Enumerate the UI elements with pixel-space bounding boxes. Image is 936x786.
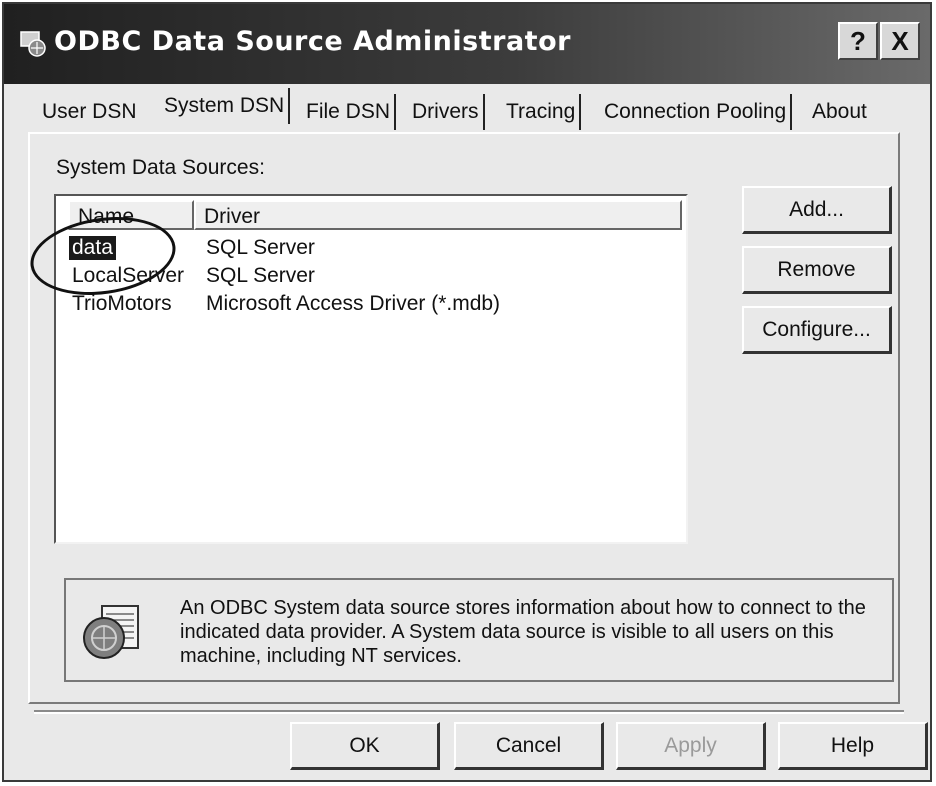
window-title: ODBC Data Source Administrator: [54, 26, 571, 57]
data-source-list[interactable]: Name Driver data SQL Server LocalServer …: [54, 194, 688, 544]
tab-strip: User DSN System DSN File DSN Drivers Tra…: [4, 86, 930, 134]
odbc-icon: [20, 31, 46, 57]
remove-button[interactable]: Remove: [742, 246, 892, 294]
section-label: System Data Sources:: [56, 156, 265, 179]
info-text: An ODBC System data source stores inform…: [180, 597, 866, 667]
list-header: Name Driver: [68, 200, 682, 230]
tab-drivers[interactable]: Drivers: [408, 94, 485, 130]
tab-tracing[interactable]: Tracing: [502, 94, 582, 130]
configure-button[interactable]: Configure...: [742, 306, 892, 354]
help-button[interactable]: Help: [778, 722, 928, 770]
apply-button[interactable]: Apply: [616, 722, 766, 770]
help-icon[interactable]: ?: [838, 22, 878, 60]
footer-divider: [34, 710, 904, 714]
list-item-driver: SQL Server: [206, 264, 315, 287]
tab-file-dsn[interactable]: File DSN: [302, 94, 397, 130]
column-header-driver[interactable]: Driver: [194, 200, 682, 230]
tab-system-dsn[interactable]: System DSN: [160, 88, 291, 124]
odbc-window: ODBC Data Source Administrator ? X User …: [2, 2, 932, 782]
tab-user-dsn[interactable]: User DSN: [38, 94, 141, 130]
close-icon[interactable]: X: [880, 22, 920, 60]
list-item-name: data: [69, 236, 116, 260]
tab-connection-pooling[interactable]: Connection Pooling: [600, 94, 793, 130]
column-header-name[interactable]: Name: [68, 200, 194, 230]
add-button[interactable]: Add...: [742, 186, 892, 234]
ok-button[interactable]: OK: [290, 722, 440, 770]
cancel-button[interactable]: Cancel: [454, 722, 604, 770]
list-item-name: TrioMotors: [72, 292, 172, 315]
title-bar: ODBC Data Source Administrator ? X: [4, 4, 930, 84]
list-item-name: LocalServer: [72, 264, 185, 287]
list-item-driver: Microsoft Access Driver (*.mdb): [206, 292, 501, 315]
database-info-icon: [83, 605, 139, 659]
tab-about[interactable]: About: [808, 94, 871, 130]
list-item-driver: SQL Server: [206, 236, 315, 259]
info-box: An ODBC System data source stores inform…: [64, 578, 894, 682]
